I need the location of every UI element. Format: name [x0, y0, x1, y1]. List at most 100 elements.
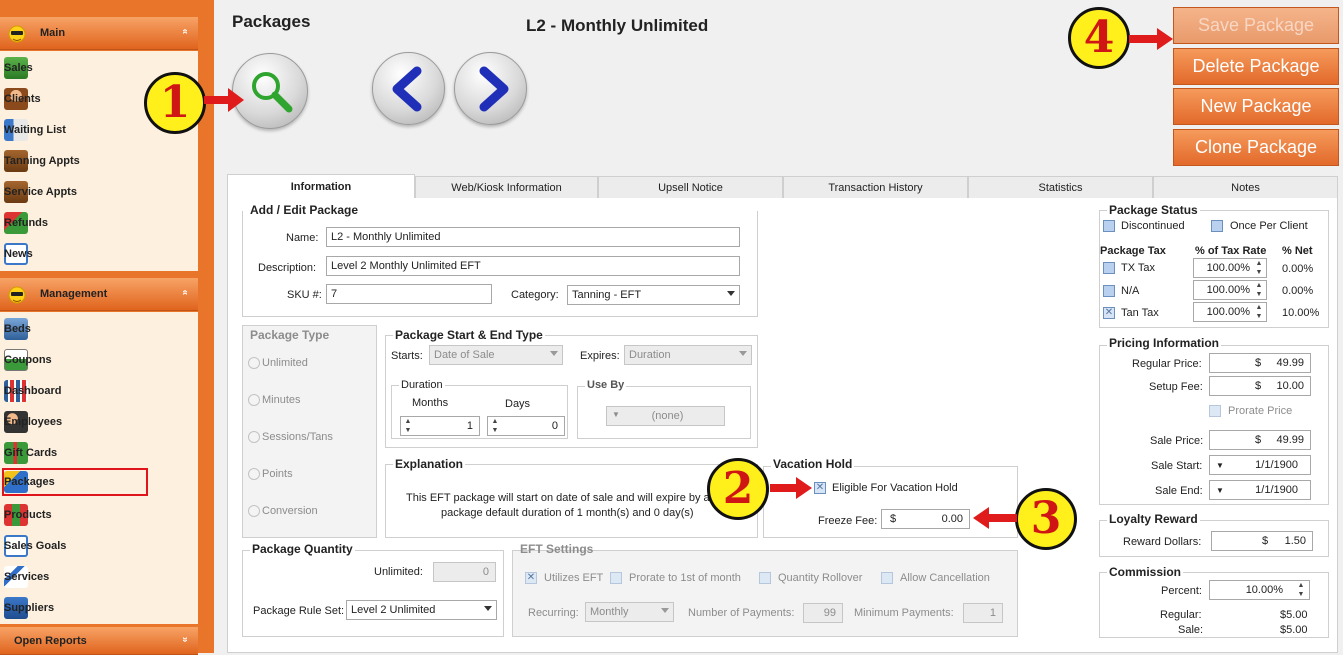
rule-set-label: Package Rule Set:: [253, 605, 345, 617]
chevron-down-icon: [550, 351, 558, 356]
rule-set-select[interactable]: Level 2 Unlimited: [346, 600, 497, 620]
callout-badge-4: 4: [1068, 7, 1130, 69]
loyalty-title: Loyalty Reward: [1107, 512, 1200, 526]
tax-rate-stepper[interactable]: 100.00% ▲ ▼: [1193, 280, 1267, 300]
commission-sale-label: Sale:: [1178, 624, 1204, 636]
tax-checkbox[interactable]: [1103, 262, 1115, 274]
spinner-icon[interactable]: ▲ ▼: [1254, 281, 1264, 299]
sale-start-date[interactable]: ▼ 1/1/1900: [1209, 455, 1311, 475]
tab-web-kiosk-information[interactable]: Web/Kiosk Information: [415, 176, 598, 198]
spinner-icon[interactable]: ▲ ▼: [403, 417, 413, 435]
recurring-select[interactable]: Monthly: [585, 602, 674, 622]
tax-checkbox[interactable]: ✕: [1103, 307, 1115, 319]
previous-button[interactable]: [372, 52, 445, 125]
explanation-line-1: This EFT package will start on date of s…: [406, 492, 710, 504]
description-field[interactable]: Level 2 Monthly Unlimited EFT: [326, 256, 740, 276]
chevron-down-icon[interactable]: ▼: [1216, 461, 1224, 470]
reward-dollars-field[interactable]: $1.50: [1211, 531, 1313, 551]
allow-cancellation-checkbox[interactable]: [881, 572, 893, 584]
reward-dollars-label: Reward Dollars:: [1123, 536, 1202, 548]
num-payments-field[interactable]: 99: [803, 603, 843, 623]
chevron-down-icon: [727, 291, 735, 296]
use-by-select[interactable]: ▼ (none): [606, 406, 725, 426]
collapse-chevron-icon[interactable]: »: [180, 290, 191, 296]
discontinued-checkbox[interactable]: [1103, 220, 1115, 232]
months-stepper[interactable]: ▲ ▼ 1: [400, 416, 480, 436]
freeze-fee-field[interactable]: $0.00: [881, 509, 970, 529]
spinner-icon[interactable]: ▲ ▼: [1254, 259, 1264, 277]
tax-rate-stepper[interactable]: 100.00% ▲ ▼: [1193, 302, 1267, 322]
regular-price-field[interactable]: $49.99: [1209, 353, 1311, 373]
main-section-header[interactable]: Main »: [0, 17, 198, 50]
sale-price-field[interactable]: $49.99: [1209, 430, 1311, 450]
min-payments-field[interactable]: 1: [963, 603, 1003, 623]
sidebar-item-coupons[interactable]: Coupons: [4, 346, 194, 374]
commission-percent-stepper[interactable]: 10.00% ▲ ▼: [1209, 580, 1310, 600]
management-section-header[interactable]: Management »: [0, 278, 198, 311]
save-package-button[interactable]: Save Package: [1173, 7, 1339, 44]
delete-package-button[interactable]: Delete Package: [1173, 48, 1339, 85]
vacation-hold-title: Vacation Hold: [771, 457, 855, 471]
name-field[interactable]: L2 - Monthly Unlimited: [326, 227, 740, 247]
open-reports-section-header[interactable]: Open Reports »: [0, 627, 198, 655]
min-payments-label: Minimum Payments:: [854, 607, 954, 619]
sidebar-item-service-appts[interactable]: Service Appts: [4, 178, 194, 206]
prorate-label: Prorate to 1st of month: [629, 572, 741, 584]
quantity-rollover-label: Quantity Rollover: [778, 572, 863, 584]
sidebar-item-products[interactable]: Products: [4, 501, 194, 529]
tab-transaction-history[interactable]: Transaction History: [783, 176, 968, 198]
utilizes-eft-label: Utilizes EFT: [544, 572, 604, 584]
num-payments-label: Number of Payments:: [688, 607, 795, 619]
expand-chevron-icon[interactable]: »: [180, 637, 191, 643]
chevron-right-icon: [479, 66, 509, 112]
eligible-vacation-hold-checkbox[interactable]: ✕: [814, 482, 826, 494]
tab-upsell-notice[interactable]: Upsell Notice: [598, 176, 783, 198]
spinner-icon[interactable]: ▲ ▼: [490, 417, 500, 435]
spinner-icon[interactable]: ▲ ▼: [1296, 581, 1306, 599]
tax-checkbox[interactable]: [1103, 285, 1115, 297]
sidebar-item-services[interactable]: Services: [4, 563, 194, 591]
radio-conversion[interactable]: [248, 505, 260, 517]
tab-statistics[interactable]: Statistics: [968, 176, 1153, 198]
sidebar-item-dashboard[interactable]: Dashboard: [4, 377, 194, 405]
new-package-button[interactable]: New Package: [1173, 88, 1339, 125]
callout-badge-3: 3: [1015, 488, 1077, 550]
chevron-down-icon[interactable]: ▼: [1216, 486, 1224, 495]
tab-information[interactable]: Information: [227, 174, 415, 199]
tab-notes[interactable]: Notes: [1153, 176, 1338, 198]
days-stepper[interactable]: ▲ ▼ 0: [487, 416, 565, 436]
unlimited-field[interactable]: 0: [433, 562, 496, 582]
sku-field[interactable]: 7: [326, 284, 492, 304]
sidebar-item-suppliers[interactable]: Suppliers: [4, 594, 194, 622]
radio-points[interactable]: [248, 468, 260, 480]
tax-rate-stepper[interactable]: 100.00% ▲ ▼: [1193, 258, 1267, 278]
collapse-chevron-icon[interactable]: »: [180, 29, 191, 35]
sidebar-item-tanning-appts[interactable]: Tanning Appts: [4, 147, 194, 175]
quantity-rollover-checkbox[interactable]: [759, 572, 771, 584]
next-button[interactable]: [454, 52, 527, 125]
sidebar-item-beds[interactable]: Beds: [4, 315, 194, 343]
category-select[interactable]: Tanning - EFT: [567, 285, 740, 305]
sidebar-item-gift-cards[interactable]: Gift Cards: [4, 439, 194, 467]
sidebar-item-refunds[interactable]: Refunds: [4, 209, 194, 237]
eft-settings-title: EFT Settings: [520, 542, 594, 556]
sale-end-date[interactable]: ▼ 1/1/1900: [1209, 480, 1311, 500]
clone-package-button[interactable]: Clone Package: [1173, 129, 1339, 166]
once-per-client-checkbox[interactable]: [1211, 220, 1223, 232]
sidebar-item-packages[interactable]: Packages: [2, 468, 148, 496]
sidebar-item-news[interactable]: News: [4, 240, 194, 268]
starts-select[interactable]: Date of Sale: [429, 345, 563, 365]
sidebar-item-employees[interactable]: Employees: [4, 408, 194, 436]
prorate-checkbox[interactable]: [610, 572, 622, 584]
radio-minutes[interactable]: [248, 394, 260, 406]
prorate-price-checkbox[interactable]: [1209, 405, 1221, 417]
expires-select[interactable]: Duration: [624, 345, 752, 365]
tax-rate-header: % of Tax Rate: [1195, 245, 1267, 257]
radio-sessions[interactable]: [248, 431, 260, 443]
callout-arrow-icon: [973, 507, 1017, 529]
utilizes-eft-checkbox[interactable]: ✕: [525, 572, 537, 584]
radio-unlimited[interactable]: [248, 357, 260, 369]
sidebar-item-sales-goals[interactable]: Sales Goals: [4, 532, 194, 560]
setup-fee-field[interactable]: $10.00: [1209, 376, 1311, 396]
spinner-icon[interactable]: ▲ ▼: [1254, 303, 1264, 321]
